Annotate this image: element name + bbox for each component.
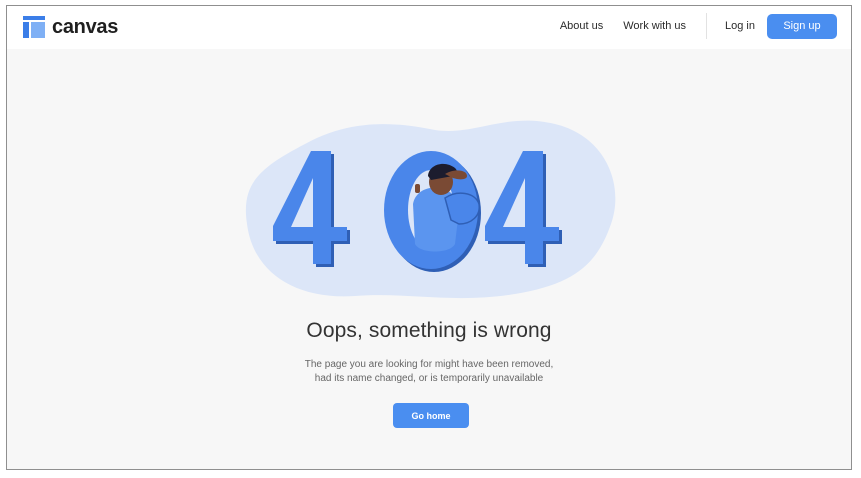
error-description: The page you are looking for might have … (7, 358, 851, 386)
top-navbar: canvas About us Work with us Log in Sign… (7, 6, 851, 49)
nav-work-with-us[interactable]: Work with us (623, 20, 686, 32)
browser-frame: canvas About us Work with us Log in Sign… (6, 5, 852, 470)
error-description-line-2: had its name changed, or is temporarily … (314, 373, 544, 384)
nav-links: About us Work with us Log in Sign up (560, 13, 837, 39)
brand-logo[interactable]: canvas (23, 15, 118, 39)
person-peeking-404-illustration (245, 120, 616, 299)
go-home-button[interactable]: Go home (393, 403, 469, 428)
error-description-line-1: The page you are looking for might have … (304, 359, 554, 370)
error-title: Oops, something is wrong (306, 319, 552, 342)
brand-name: canvas (52, 16, 119, 38)
login-link[interactable]: Log in (725, 20, 755, 32)
nav-about-us[interactable]: About us (560, 20, 603, 32)
nav-divider (706, 13, 708, 39)
canvas-layout-icon (23, 16, 45, 38)
signup-button[interactable]: Sign up (767, 13, 837, 39)
